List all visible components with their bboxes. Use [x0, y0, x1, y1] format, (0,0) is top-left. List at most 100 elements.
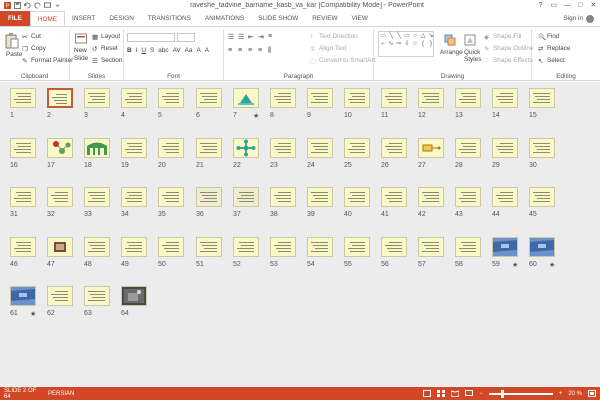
- shape-line2-icon[interactable]: ╲: [395, 32, 403, 40]
- shape-outline-button[interactable]: ✎ Shape Outline: [484, 45, 534, 53]
- copy-button[interactable]: ❐ Copy: [22, 45, 46, 53]
- tab-view[interactable]: VIEW: [345, 11, 375, 26]
- font-format-button[interactable]: A: [197, 47, 201, 54]
- shape-rarrow-icon[interactable]: ⇨: [395, 40, 403, 48]
- slide-thumbnail[interactable]: [10, 237, 36, 257]
- slide-thumbnail[interactable]: [233, 88, 259, 108]
- font-format-button[interactable]: Aa: [185, 47, 193, 54]
- slide-thumbnail[interactable]: [196, 187, 222, 207]
- slide-thumbnail[interactable]: [418, 237, 444, 257]
- arrange-button[interactable]: Arrange: [440, 49, 463, 56]
- new-slide-icon[interactable]: [75, 33, 87, 45]
- slide-thumbnail[interactable]: [270, 88, 296, 108]
- slide-thumbnail[interactable]: [47, 88, 73, 108]
- tab-slide-show[interactable]: SLIDE SHOW: [251, 11, 305, 26]
- slide-thumbnail[interactable]: [455, 187, 481, 207]
- slide-thumbnail[interactable]: [121, 237, 147, 257]
- slide-thumbnail[interactable]: [381, 88, 407, 108]
- shape-fill-button[interactable]: ◆ Shape Fill: [484, 33, 521, 41]
- slide-thumbnail[interactable]: [381, 237, 407, 257]
- slide-thumbnail[interactable]: [455, 138, 481, 158]
- slide-thumbnail[interactable]: [270, 138, 296, 158]
- cut-button[interactable]: ✂ Cut: [22, 33, 41, 41]
- tab-animations[interactable]: ANIMATIONS: [198, 11, 251, 26]
- slide-thumbnail[interactable]: [307, 88, 333, 108]
- slideshow-icon[interactable]: [465, 390, 474, 397]
- tab-insert[interactable]: INSERT: [65, 11, 102, 26]
- slide-thumbnail[interactable]: [307, 237, 333, 257]
- slide-thumbnail[interactable]: [418, 187, 444, 207]
- slide-thumbnail[interactable]: [381, 187, 407, 207]
- new-slide-button[interactable]: New: [74, 47, 87, 54]
- replace-button[interactable]: ⇄ Replace: [538, 45, 570, 53]
- slide-thumbnail[interactable]: [381, 138, 407, 158]
- slide-thumbnail[interactable]: [270, 187, 296, 207]
- quick-styles-dropdown[interactable]: Styles: [464, 56, 481, 63]
- slide-thumbnail[interactable]: [84, 187, 110, 207]
- align-center-icon[interactable]: ≡: [238, 47, 245, 54]
- slide-thumbnail[interactable]: [10, 187, 36, 207]
- slide-thumbnail[interactable]: [121, 138, 147, 158]
- slide-thumbnail[interactable]: [455, 237, 481, 257]
- tab-transitions[interactable]: TRANSITIONS: [141, 11, 198, 26]
- slide-thumbnail[interactable]: [344, 88, 370, 108]
- slide-thumbnail[interactable]: [492, 88, 518, 108]
- avatar[interactable]: [586, 14, 594, 23]
- align-text-button[interactable]: ⇳ Align Text: [310, 45, 347, 53]
- reset-button[interactable]: ↺ Reset: [92, 45, 118, 53]
- shape-elbow-icon[interactable]: ⌐: [379, 40, 387, 48]
- slide-thumbnail[interactable]: [47, 237, 73, 257]
- slide-thumbnail[interactable]: [84, 286, 110, 306]
- slide-thumbnail[interactable]: [492, 187, 518, 207]
- shape-curve-icon[interactable]: ∿: [387, 40, 395, 48]
- slide-thumbnail[interactable]: [492, 138, 518, 158]
- slide-thumbnail[interactable]: [529, 237, 555, 257]
- font-format-button[interactable]: A: [205, 47, 209, 54]
- align-left-icon[interactable]: ≡: [228, 47, 235, 54]
- ribbon-display-options-button[interactable]: ▭: [547, 0, 560, 11]
- sign-in-label[interactable]: Sign in: [563, 11, 583, 26]
- font-format-button[interactable]: I: [136, 47, 138, 54]
- font-format-button[interactable]: AV: [173, 47, 181, 54]
- zoom-slider-thumb[interactable]: [500, 389, 504, 398]
- slide-thumbnail[interactable]: [233, 237, 259, 257]
- shape-textbox-icon[interactable]: ▭: [379, 32, 387, 40]
- slide-thumbnail[interactable]: [344, 237, 370, 257]
- quick-styles-icon[interactable]: [464, 34, 476, 46]
- shapes-gallery[interactable]: ▭ ╲ ╲ ▭ ○ △ ↘ ⌐ ∿ ⇨ ⇩ ☆ { }: [378, 31, 434, 57]
- shape-star-icon[interactable]: ☆: [411, 40, 419, 48]
- select-button[interactable]: ↖ Select: [538, 57, 565, 65]
- shape-effects-button[interactable]: ◌ Shape Effects: [484, 57, 533, 64]
- slide-thumbnail[interactable]: [492, 237, 518, 257]
- slide-thumbnail[interactable]: [121, 286, 147, 306]
- decrease-indent-icon[interactable]: ⇤: [248, 33, 255, 41]
- slide-thumbnail[interactable]: [455, 88, 481, 108]
- slide-thumbnail[interactable]: [84, 237, 110, 257]
- slide-thumbnail[interactable]: [121, 187, 147, 207]
- tab-review[interactable]: REVIEW: [305, 11, 344, 26]
- paste-button[interactable]: Paste: [6, 51, 22, 58]
- close-button[interactable]: ✕: [587, 0, 600, 11]
- tab-home[interactable]: HOME: [29, 11, 66, 26]
- shape-brace-icon[interactable]: {: [419, 40, 427, 48]
- slide-thumbnail[interactable]: [529, 88, 555, 108]
- shape-darrow-icon[interactable]: ⇩: [403, 40, 411, 48]
- shape-line-icon[interactable]: ╲: [387, 32, 395, 40]
- slide-thumbnail[interactable]: [158, 187, 184, 207]
- quick-styles-button[interactable]: Quick: [464, 49, 480, 56]
- slide-thumbnail[interactable]: [307, 138, 333, 158]
- fit-to-window-icon[interactable]: [588, 390, 596, 397]
- slide-thumbnail[interactable]: [529, 138, 555, 158]
- slide-thumbnail[interactable]: [84, 88, 110, 108]
- bullets-icon[interactable]: ☰: [228, 33, 235, 41]
- slide-thumbnail[interactable]: [233, 138, 259, 158]
- slide-thumbnail[interactable]: [158, 138, 184, 158]
- animation-star-icon[interactable]: ★: [549, 261, 555, 269]
- font-format-button[interactable]: B: [127, 47, 132, 54]
- slide-thumbnail[interactable]: [121, 88, 147, 108]
- paste-icon[interactable]: [5, 33, 19, 49]
- slide-thumbnail[interactable]: [10, 138, 36, 158]
- slide-thumbnail[interactable]: [344, 138, 370, 158]
- new-slide-dropdown[interactable]: Slide: [74, 55, 88, 62]
- customize-toolbar-icon[interactable]: [54, 2, 61, 9]
